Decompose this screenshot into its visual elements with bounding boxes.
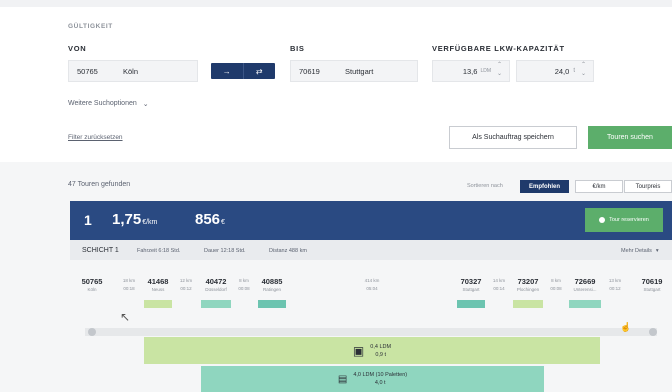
load-segment (144, 300, 172, 308)
more-details-toggle[interactable]: Mehr Details ▾ (621, 248, 659, 254)
weight-value: 24,0 (554, 66, 570, 76)
stop: 50765 Köln (81, 277, 103, 292)
cargo-block[interactable]: ▣ 0,4 LDM 0,9 t (144, 337, 600, 364)
stop: 73207 Plochingen (516, 277, 540, 292)
reset-filter-link[interactable]: Filter zurücksetzen (68, 134, 123, 141)
stop: 40885 Ratingen (261, 277, 283, 292)
one-way-icon[interactable]: → (211, 63, 243, 79)
sort-recommended[interactable]: Empfohlen (520, 180, 569, 193)
from-field[interactable]: 50765 Köln (68, 60, 198, 82)
caret-down-icon: ▾ (655, 248, 659, 254)
unload-segment (457, 300, 485, 308)
from-city: Köln (123, 66, 139, 76)
reserve-tour-label: Tour reservieren (609, 217, 649, 223)
stop: 72669 Unterensi... (573, 277, 597, 292)
sort-label: Sortieren nach (467, 183, 503, 189)
unload-segment (513, 300, 543, 308)
box-icon: ▣ (352, 343, 365, 358)
leg-info: 12 km 00:12 (179, 278, 193, 291)
cargo-block[interactable]: ▤ 4,0 LDM (10 Paletten) 4,0 t (201, 366, 544, 392)
tour-header (70, 201, 672, 240)
round-trip-icon[interactable]: ⇄ (242, 63, 276, 79)
weight-unit: t (573, 68, 575, 74)
leg-info: 8 km 00:08 (238, 278, 250, 291)
to-label: BIS (290, 44, 305, 53)
pallet-icon: ▤ (337, 373, 348, 385)
more-options-label: Weitere Suchoptionen (68, 100, 137, 107)
save-search-button[interactable]: Als Suchauftrag speichern (449, 126, 577, 149)
load-segment (258, 300, 286, 308)
hand-cursor-icon: ☝ (620, 322, 632, 332)
duration: Dauer 12:18 Std. (204, 248, 246, 254)
leg-info: 13 km 00:12 (608, 278, 622, 291)
unload-segment (569, 300, 601, 308)
price-per-km-unit: €/km (142, 219, 158, 226)
weight-stepper-icon[interactable]: ⌃ ⌄ (581, 61, 586, 79)
cargo-ldm: 0,4 LDM (370, 343, 392, 350)
leg-info: 8 km 00:08 (550, 278, 562, 291)
drive-time: Fahrzeit 6:18 Std. (137, 248, 181, 254)
validity-label: GÜLTIGKEIT (68, 23, 113, 30)
load-segment (201, 300, 231, 308)
stop: 70327 Stuttgart (460, 277, 482, 292)
check-circle-icon (599, 217, 606, 223)
ldm-value: 13,6 (462, 66, 478, 76)
route-end-dot (649, 328, 657, 336)
from-label: VON (68, 44, 87, 53)
stop: 41468 Neuss (147, 277, 169, 292)
tour-rank: 1 (84, 212, 92, 228)
to-field[interactable]: 70619 Stuttgart (290, 60, 418, 82)
leg-info: 18 km 00:18 (122, 278, 136, 291)
total-price: 856 € (195, 211, 225, 228)
results-count: 47 Touren gefunden (68, 181, 131, 188)
cargo-weight: 0,9 t (375, 351, 387, 358)
ldm-stepper-icon[interactable]: ⌃ ⌄ (497, 61, 502, 79)
price-per-km-value: 1,75 (112, 211, 142, 228)
leg-info: 414 km 05:04 (364, 278, 380, 291)
stop: 40472 Düsseldorf (205, 277, 227, 292)
top-band (0, 0, 672, 7)
sort-tour-price[interactable]: Tourpreis (624, 180, 672, 193)
stop: 70619 Stuttgart (641, 277, 663, 292)
cargo-ldm: 4,0 LDM (10 Paletten) (353, 372, 408, 378)
sort-per-km[interactable]: €/km (575, 180, 623, 193)
search-tours-button[interactable]: Touren suchen (588, 126, 672, 149)
distance: Distanz 488 km (269, 248, 307, 254)
route-track (85, 328, 657, 336)
total-price-unit: € (221, 219, 225, 226)
capacity-label: VERFÜGBARE LKW-KAPAZITÄT (432, 44, 565, 53)
cargo-weight: 4,0 t (374, 380, 386, 386)
route-start-dot (88, 328, 96, 336)
total-price-value: 856 (195, 211, 221, 228)
direction-toggle[interactable]: → ⇄ (211, 63, 275, 79)
more-details-label: Mehr Details (621, 248, 652, 254)
ldm-unit: LDM (480, 68, 491, 74)
shift-label: SCHICHT 1 (82, 247, 119, 254)
reserve-tour-button[interactable]: Tour reservieren (585, 208, 663, 232)
leg-info: 14 km 00:14 (492, 278, 506, 291)
more-options-toggle[interactable]: Weitere Suchoptionen ⌄ (68, 100, 149, 108)
from-zip: 50765 (77, 66, 98, 76)
mouse-cursor-icon: ↖ (120, 310, 131, 324)
to-city: Stuttgart (345, 66, 374, 76)
to-zip: 70619 (299, 66, 320, 76)
chevron-down-icon: ⌄ (142, 101, 149, 108)
price-per-km: 1,75 €/km (112, 211, 157, 228)
